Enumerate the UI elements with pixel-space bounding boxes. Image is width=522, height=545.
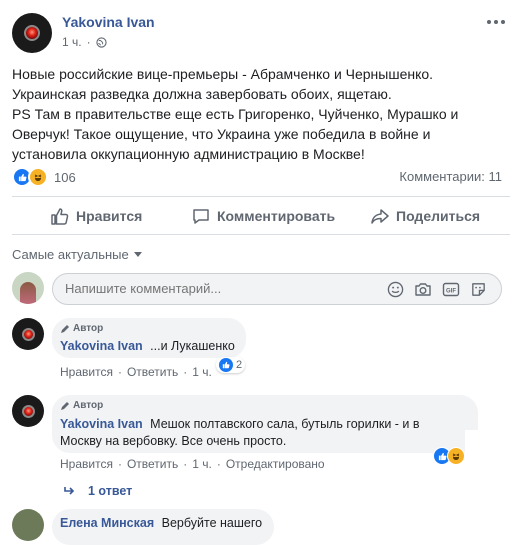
comment-author-name[interactable]: Елена Минская: [60, 516, 154, 530]
caret-down-icon: [133, 251, 142, 257]
comment-reactions[interactable]: [433, 447, 465, 465]
comment-button[interactable]: Комментировать: [191, 206, 335, 226]
share-button[interactable]: Поделиться: [370, 206, 480, 226]
comment-bubble: Елена Минская Вербуйте нашего: [52, 509, 274, 545]
reply-arrow-icon: [64, 487, 75, 495]
comment-bubble: Автор Yakovina Ivan Мешок полтавского са…: [52, 395, 478, 453]
comment-reply-link[interactable]: Ответить: [127, 365, 178, 379]
current-user-avatar[interactable]: [12, 272, 44, 304]
share-button-label: Поделиться: [396, 208, 481, 224]
comment-composer[interactable]: GIF: [52, 273, 502, 305]
post-text: Новые российские вице-премьеры - Абрамче…: [12, 64, 512, 164]
globe-icon: [95, 36, 107, 48]
post-text-line: Новые российские вице-премьеры - Абрамче…: [12, 66, 434, 82]
comment-text: ...и Лукашенко: [150, 339, 235, 353]
comment-actions: Нравится · Ответить · 1 ч. · Отредактиро…: [60, 457, 325, 471]
sticker-icon[interactable]: [470, 281, 487, 298]
white-overlay: [465, 430, 522, 529]
thumbs-up-icon: [51, 208, 69, 225]
haha-reaction-icon: [447, 447, 465, 465]
comment-content: Yakovina Ivan Мешок полтавского сала, бу…: [60, 416, 420, 450]
comment-author-avatar[interactable]: [12, 395, 44, 427]
comment-actions: Нравится · Ответить · 1 ч.: [60, 365, 212, 379]
post-author-name[interactable]: Yakovina Ivan: [62, 14, 155, 30]
reactions-summary[interactable]: 106: [12, 167, 76, 187]
comment-like-link[interactable]: Нравится: [60, 457, 113, 471]
divider: [12, 196, 510, 197]
author-badge: Автор: [60, 323, 103, 334]
comment-reactions-count: 2: [236, 359, 243, 371]
comment-input[interactable]: [63, 280, 367, 297]
post-text-line: Украинская разведка должна завербовать о…: [12, 86, 392, 102]
comment-author-name[interactable]: Yakovina Ivan: [60, 339, 143, 353]
comment-text: Мешок полтавского сала, бутыль горилки -…: [150, 417, 420, 431]
post-text-line: установила оккупационную администрацию в…: [12, 146, 365, 162]
comment-icon: [193, 209, 209, 224]
author-badge-label: Автор: [73, 400, 104, 411]
author-badge: Автор: [60, 400, 103, 411]
haha-reaction-icon: [28, 167, 48, 187]
pencil-icon: [61, 324, 69, 333]
comment-text: Вербуйте нашего: [161, 516, 263, 530]
comment-author-avatar[interactable]: [12, 318, 44, 350]
comment-sort-selector[interactable]: Самые актуальные: [12, 247, 142, 262]
like-button-label: Нравится: [76, 208, 143, 224]
comment-author-avatar[interactable]: [12, 509, 44, 541]
post-text-line: PS Там в правительстве еще есть Григорен…: [12, 106, 459, 122]
comment-like-link[interactable]: Нравится: [60, 365, 113, 379]
emoji-icon[interactable]: [387, 281, 404, 298]
comment-time[interactable]: 1 ч.: [192, 457, 212, 471]
svg-text:GIF: GIF: [446, 289, 456, 295]
post-meta: 1 ч. ·: [62, 35, 107, 49]
like-button[interactable]: Нравится: [50, 206, 142, 226]
post-author-avatar[interactable]: [12, 13, 52, 53]
comment-bubble: Автор Yakovina Ivan ...и Лукашенко: [52, 318, 246, 358]
more-icon[interactable]: [487, 17, 507, 27]
author-badge-label: Автор: [73, 323, 104, 334]
comment-content: Елена Минская Вербуйте нашего: [60, 516, 262, 530]
comment-content: Yakovina Ivan ...и Лукашенко: [60, 339, 235, 353]
post-text-line: Оверчук! Такое ощущение, что Украина уже…: [12, 126, 431, 142]
view-replies-link[interactable]: 1 ответ: [64, 484, 132, 498]
comments-count[interactable]: Комментарии: 11: [399, 169, 502, 184]
comment-time[interactable]: 1 ч.: [192, 365, 212, 379]
comment-reactions[interactable]: 2: [216, 357, 246, 373]
gif-icon[interactable]: GIF: [442, 281, 460, 298]
camera-icon[interactable]: [414, 281, 432, 298]
sort-label: Самые актуальные: [12, 247, 129, 262]
comment-reply-link[interactable]: Ответить: [127, 457, 178, 471]
user-photo-figure: [20, 282, 36, 304]
share-icon: [371, 209, 389, 224]
like-reaction-icon: [219, 358, 233, 372]
post-time[interactable]: 1 ч.: [62, 35, 82, 49]
comment-text: Москву на вербовку. Все очень просто.: [60, 434, 287, 448]
pencil-icon: [61, 401, 69, 410]
comment-button-label: Комментировать: [217, 208, 336, 224]
replies-count: 1 ответ: [88, 484, 133, 498]
comment-edited-label[interactable]: Отредактировано: [226, 457, 325, 471]
comment-author-name[interactable]: Yakovina Ivan: [60, 417, 143, 431]
reactions-count[interactable]: 106: [54, 170, 76, 185]
divider: [12, 234, 510, 235]
